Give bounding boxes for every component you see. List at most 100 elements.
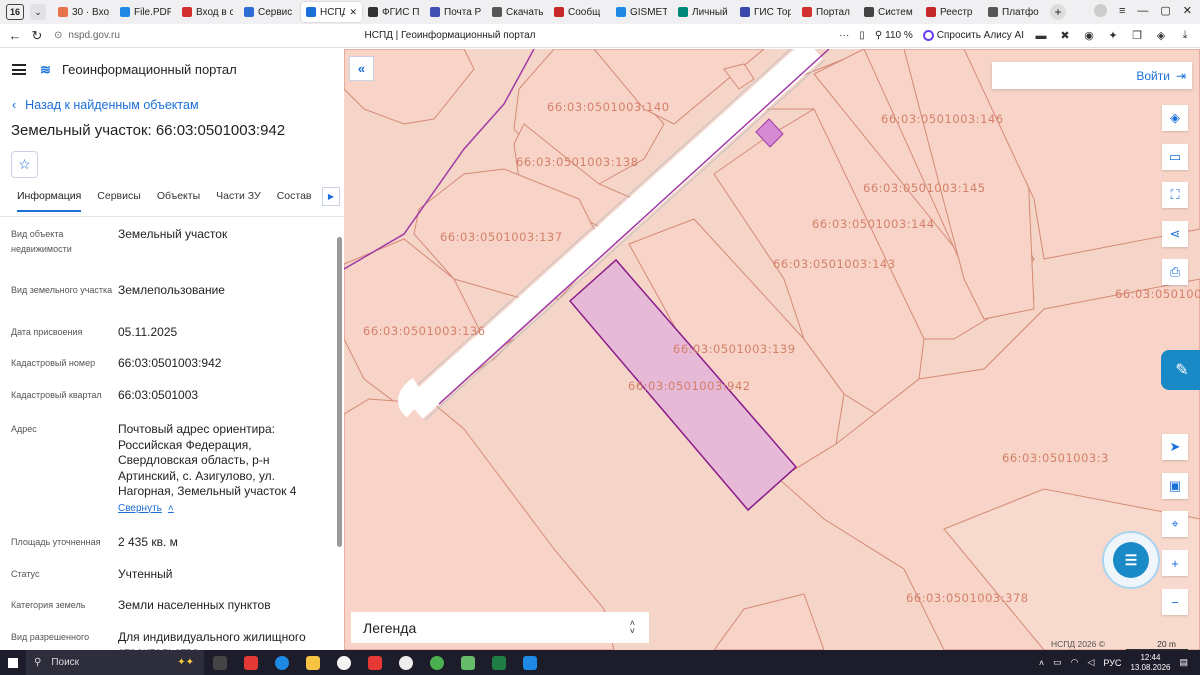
collections-icon[interactable]: ❐ [1130,29,1144,43]
property-value-text: Для индивидуального жилищного строительс… [118,629,306,651]
tab-favicon-icon [802,7,812,17]
tab-list-chevron-icon[interactable]: ⌄ [30,4,46,20]
back-to-results-link[interactable]: ‹ Назад к найденным объектам [12,98,344,112]
video-app-icon[interactable] [359,650,390,675]
panel-tab[interactable]: Части ЗУ [216,190,261,210]
panel-tab[interactable]: Состав [277,190,312,210]
extension-icon-3[interactable]: ◉ [1082,29,1096,43]
brand-title: Геоинформационный портал [62,62,237,77]
bookmark-icon[interactable]: ▯ [859,30,865,41]
browser-tab[interactable]: File.PDF [115,2,176,22]
tab-title: Сервис [258,6,293,18]
browser-tab[interactable]: Сервис [239,2,300,22]
browser-tab[interactable]: Вход в с [177,2,238,22]
zoom-in-button[interactable]: + [1162,550,1188,576]
share-icon: ⋖ [1169,226,1181,241]
login-button[interactable]: Войти ⇥ [992,62,1192,89]
start-button[interactable] [0,650,26,675]
layers-button[interactable]: ◈ [1162,105,1188,131]
browser-tab[interactable]: Портал [797,2,858,22]
notifications-icon[interactable]: ▤ [1179,657,1188,668]
language-indicator[interactable]: РУС [1103,658,1121,668]
tab-favicon-icon [58,7,68,17]
map-view[interactable]: 66:03:0501003:140 66:03:0501003:138 66:0… [344,49,1200,650]
taskbar-search[interactable]: ⚲ Поиск ✦✦ [26,650,204,675]
more-icon[interactable]: ··· [839,30,849,41]
property-value: Для индивидуального жилищного строительс… [118,630,318,651]
browser-tab[interactable]: GISMET [611,2,672,22]
edge-icon[interactable] [266,650,297,675]
property-value-text: Земли населенных пунктов [118,598,271,612]
zoom-level[interactable]: ⚲ 110 % [875,30,913,41]
basemap-button[interactable]: ▣ [1162,473,1188,499]
tab-favicon-icon [120,7,130,17]
browser-tab[interactable]: Личный [673,2,734,22]
yandex-icon[interactable] [235,650,266,675]
minimize-icon[interactable]: — [1137,5,1148,17]
sidebar-icon[interactable]: ◈ [1154,29,1168,43]
feedback-button[interactable]: ✎ [1161,350,1200,390]
chrome-icon[interactable] [421,650,452,675]
new-tab-button[interactable]: + [1050,4,1066,20]
pen-app-icon[interactable] [452,650,483,675]
parcel-label-143: 66:03:0501003:143 [773,257,896,271]
favorite-star-button[interactable]: ☆ [11,151,38,178]
panel-tab[interactable]: Сервисы [97,190,141,210]
select-area-button[interactable]: ⛶ [1162,182,1188,208]
zoom-out-button[interactable]: − [1162,589,1188,615]
app-icon-blue[interactable] [514,650,545,675]
extension-icon-1[interactable]: ▬ [1034,29,1048,43]
tab-title: File.PDF [134,6,171,18]
browser-tab[interactable]: Платфор [983,2,1044,22]
hamburger-menu-icon[interactable] [12,64,26,75]
chevron-up-icon[interactable]: ˄ [1039,658,1044,668]
panel-tab[interactable]: Информация [17,190,82,212]
volume-icon[interactable]: ◁ [1087,657,1094,668]
browser-tab[interactable]: 30 · Вход [53,2,114,22]
browser-tab[interactable]: НСПД ✕ [301,2,362,22]
extensions-puzzle-icon[interactable]: ✦ [1106,29,1120,43]
browser-tab[interactable]: Реестр [921,2,982,22]
print-button[interactable]: ⎙ [1162,259,1188,285]
panel-tab[interactable]: Объекты [157,190,200,210]
browser-tab[interactable]: Скачать [487,2,548,22]
maximize-icon[interactable]: ▢ [1160,4,1170,17]
zoom-icon: ⚲ [874,30,883,41]
panel-scrollbar[interactable] [337,237,342,547]
alice-icon [922,30,934,41]
expand-chevron-icon[interactable]: ˄ ˅ [630,619,635,636]
tab-count-button[interactable]: 16 [6,4,24,20]
tabs-scroll-right-icon[interactable]: ▶ [322,187,340,206]
legend-label: Легенда [363,619,417,636]
geolocation-button[interactable]: ➤ [1162,434,1188,460]
app-icon-c[interactable] [390,650,421,675]
clock[interactable]: 12:44 13.08.2026 [1130,653,1170,673]
location-search-button[interactable]: ⌖ [1162,511,1188,537]
share-button[interactable]: ⋖ [1162,221,1188,247]
collapse-panel-button[interactable]: « [349,56,374,81]
measure-button[interactable]: ▭ [1162,144,1188,170]
legend-panel[interactable]: Легенда ˄ ˅ [351,612,649,643]
explorer-icon[interactable] [297,650,328,675]
wifi-icon[interactable]: ◠ [1071,657,1079,668]
yandex-browser-icon[interactable] [328,650,359,675]
task-view-icon[interactable] [204,650,235,675]
profile-icon[interactable] [1093,4,1107,17]
ruler-icon: ▭ [1168,149,1182,164]
browser-tab[interactable]: ФГИС П [363,2,424,22]
extension-icon-2[interactable]: ✖ [1058,29,1072,43]
tab-close-icon[interactable]: ✕ [349,7,357,18]
browser-tab[interactable]: Систем [859,2,920,22]
alice-button[interactable]: Спросить Алису AI [922,30,1024,41]
excel-icon[interactable] [483,650,514,675]
download-icon[interactable]: ⤓ [1178,29,1192,43]
collapse-address-link[interactable]: Свернуть ˄ [118,501,174,517]
browser-tab[interactable]: Сообщ [549,2,610,22]
browser-tab[interactable]: Почта Р [425,2,486,22]
chat-button[interactable]: ☰ [1102,531,1160,589]
menu-icon[interactable]: ≡ [1119,5,1125,17]
browser-tab[interactable]: ГИС Тор [735,2,796,22]
property-value-text: 66:03:0501003:942 [118,356,222,370]
network-icon[interactable]: ▭ [1053,657,1062,668]
close-window-icon[interactable]: ✕ [1183,4,1192,17]
